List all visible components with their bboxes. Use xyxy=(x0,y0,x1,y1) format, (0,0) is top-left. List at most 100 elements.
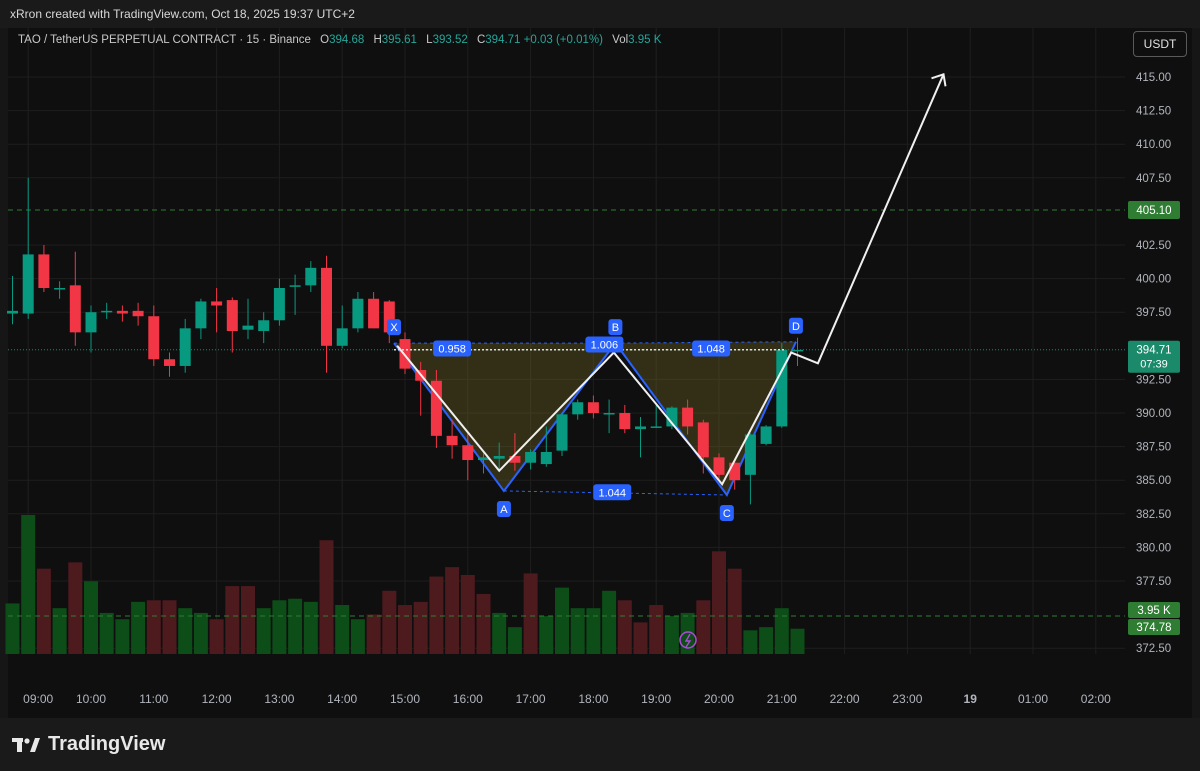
candle-body xyxy=(226,300,238,332)
volume-bar xyxy=(743,630,758,654)
x-tick-label: 11:00 xyxy=(139,692,168,706)
tradingview-logo[interactable]: TradingView xyxy=(12,733,165,756)
y-tick-label: 377.50 xyxy=(1136,576,1171,588)
y-tick-label: 387.50 xyxy=(1136,442,1171,454)
volume-bar xyxy=(241,586,255,654)
candle-body xyxy=(321,267,332,346)
candle-body xyxy=(242,325,254,330)
high-label: H xyxy=(373,34,382,46)
x-tick-label: 13:00 xyxy=(264,692,294,706)
volume-bar xyxy=(366,614,381,654)
candle-body xyxy=(556,414,568,451)
candle-body xyxy=(697,422,709,458)
y-tick-label: 382.50 xyxy=(1136,509,1171,521)
x-tick-label: 23:00 xyxy=(892,692,922,706)
x-tick-label: 15:00 xyxy=(390,692,420,706)
pattern-point-label: C xyxy=(723,508,731,520)
candle-body xyxy=(760,426,772,444)
pattern-fill-xab xyxy=(394,343,616,491)
volume-label: Vol xyxy=(612,34,629,46)
x-tick-label: 21:00 xyxy=(767,692,797,706)
y-tick-label: 392.50 xyxy=(1136,374,1171,386)
volume-bar xyxy=(492,612,507,654)
volume-bar xyxy=(790,628,805,654)
volume-bar xyxy=(586,608,601,654)
candle-body xyxy=(85,312,97,333)
currency-button[interactable]: USDT xyxy=(1133,31,1187,57)
candle-body xyxy=(101,310,113,313)
candle-body xyxy=(619,413,631,430)
candle-body xyxy=(792,349,803,352)
last-price-label: 394.71 xyxy=(1136,345,1171,357)
volume-badge-label: 3.95 K xyxy=(1137,605,1171,617)
y-tick-label: 397.50 xyxy=(1136,307,1171,319)
candle-body xyxy=(289,285,301,287)
volume-bar xyxy=(570,608,585,654)
y-tick-label: 380.00 xyxy=(1136,542,1171,554)
volume-bar xyxy=(5,603,20,654)
candle-body xyxy=(650,426,662,428)
close-value: 394.71 xyxy=(485,34,521,46)
candle-body xyxy=(116,310,128,314)
volume-bar xyxy=(350,619,365,654)
volume-bar xyxy=(99,612,114,654)
chart-canvas[interactable]: X A B C D 0.958 1.006 1.048 1.044 415.00 412.50 410… xyxy=(0,0,1200,771)
candle-body xyxy=(38,254,50,289)
volume-value: 3.95 K xyxy=(628,34,662,46)
pattern-point-label: B xyxy=(612,322,619,334)
y-tick-label: 385.00 xyxy=(1136,475,1171,487)
open-value: 394.68 xyxy=(329,34,365,46)
volume-price-label: 374.78 xyxy=(1136,622,1171,634)
symbol-legend: TAO / TetherUS PERPETUAL CONTRACT · 15 ·… xyxy=(18,34,661,46)
y-tick-label: 400.00 xyxy=(1136,274,1171,286)
pattern-point-label: A xyxy=(500,504,508,516)
tradingview-logo-icon xyxy=(12,737,40,752)
volume-bar xyxy=(68,562,83,654)
candle-body xyxy=(713,457,725,475)
candle-body xyxy=(195,301,207,329)
volume-bar xyxy=(539,616,554,654)
volume-bar xyxy=(146,600,161,654)
x-tick-label: 18:00 xyxy=(578,692,608,706)
x-tick-label: 02:00 xyxy=(1081,692,1111,706)
volume-bar xyxy=(256,608,271,654)
x-tick-label: 16:00 xyxy=(453,692,483,706)
low-value: 393.52 xyxy=(432,34,468,46)
volume-bar xyxy=(398,605,412,654)
volume-bar xyxy=(288,598,303,654)
x-tick-label: 01:00 xyxy=(1018,692,1048,706)
candle-body xyxy=(273,288,285,321)
volume-bar xyxy=(633,622,648,654)
ratio-label: 1.006 xyxy=(591,339,619,351)
volume-bar xyxy=(445,567,460,654)
pattern-fill-bcd xyxy=(615,341,796,495)
volume-bar xyxy=(413,601,428,654)
candle-body xyxy=(69,285,81,333)
candle-body xyxy=(164,359,175,366)
volume-bar xyxy=(21,514,36,654)
volume-bar xyxy=(52,608,67,654)
volume-bar xyxy=(131,601,146,654)
ratio-label: 1.044 xyxy=(598,487,626,499)
volume-bar xyxy=(727,568,742,654)
y-tick-label: 410.00 xyxy=(1136,139,1171,151)
volume-bar xyxy=(555,587,569,654)
candle-body xyxy=(462,445,474,461)
candle-body xyxy=(603,413,615,415)
candle-body xyxy=(493,456,505,459)
volume-bar xyxy=(429,576,444,654)
volume-bar xyxy=(303,601,318,654)
candle-body xyxy=(179,328,191,366)
y-tick-label: 412.50 xyxy=(1136,106,1171,118)
candle-body xyxy=(132,310,144,317)
volume-bar xyxy=(272,600,287,654)
volume-bar xyxy=(36,568,51,654)
volume-bar xyxy=(617,600,632,654)
volume-bar xyxy=(696,600,711,654)
x-tick-label: 19:00 xyxy=(641,692,671,706)
x-tick-label: 20:00 xyxy=(704,692,734,706)
candle-body xyxy=(22,254,34,314)
candle-body xyxy=(336,328,348,346)
y-tick-label: 390.00 xyxy=(1136,408,1171,420)
symbol-name[interactable]: TAO / TetherUS PERPETUAL CONTRACT · 15 ·… xyxy=(18,34,311,46)
